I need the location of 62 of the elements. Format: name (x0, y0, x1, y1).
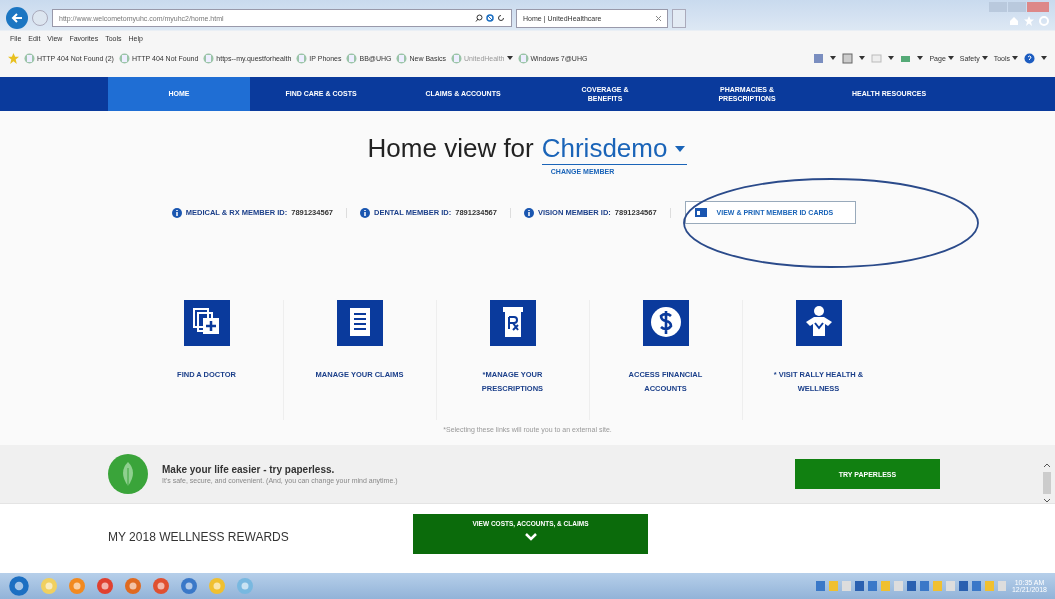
app-icon[interactable] (124, 577, 142, 595)
scroll-up-icon[interactable] (1043, 463, 1051, 468)
app-icon[interactable] (208, 577, 226, 595)
page-icon (517, 52, 529, 64)
stop-icon (486, 14, 494, 22)
leaf-icon (108, 454, 148, 494)
app-icon[interactable] (152, 577, 170, 595)
page-icon (24, 52, 35, 64)
mail-icon[interactable] (871, 52, 883, 64)
info-icon[interactable] (171, 207, 182, 218)
page-icon (296, 52, 308, 64)
caret-icon (981, 56, 988, 60)
refresh-icon (497, 14, 505, 22)
app-icon[interactable] (40, 577, 58, 595)
page-icon (346, 52, 358, 64)
app-icon[interactable] (68, 577, 86, 595)
page-icon[interactable] (842, 52, 854, 64)
page-icon (203, 52, 215, 64)
star-icon[interactable] (8, 52, 19, 64)
star-icon[interactable] (1024, 16, 1034, 26)
app-icon[interactable] (236, 577, 254, 595)
person-icon[interactable] (795, 300, 842, 346)
info-icon[interactable] (360, 207, 370, 218)
close-icon (656, 15, 661, 21)
back-button[interactable] (6, 7, 28, 29)
dollar-icon[interactable] (642, 300, 689, 346)
claims-icon[interactable] (336, 300, 383, 346)
id-card-icon (694, 208, 707, 217)
scrollbar-thumb[interactable] (1043, 472, 1051, 494)
caret-icon (888, 56, 895, 60)
app-icon[interactable] (8, 575, 30, 597)
caret-icon (1012, 56, 1018, 60)
app-icon[interactable] (96, 577, 114, 595)
wellness-heading: MY 2018 WELLNESS REWARDS (108, 530, 290, 544)
forward-button[interactable] (32, 10, 48, 26)
info-icon[interactable] (523, 207, 534, 218)
app-icon[interactable] (180, 577, 198, 595)
tray-icons-drawing[interactable] (815, 580, 1006, 592)
caret-icon (917, 56, 924, 60)
caret-icon (675, 145, 686, 152)
search-icon (475, 14, 483, 22)
back-arrow-icon (11, 12, 23, 24)
page-icon (396, 52, 408, 64)
chevron-down-icon (524, 533, 537, 541)
doctor-icon[interactable] (183, 300, 230, 346)
settings-icon[interactable] (1039, 16, 1049, 26)
home-icon[interactable] (1009, 16, 1019, 26)
caret-icon (859, 56, 866, 60)
page-icon (118, 52, 130, 64)
scroll-down-icon[interactable] (1043, 498, 1051, 503)
feed-icon[interactable] (813, 52, 825, 64)
caret-icon (830, 56, 837, 60)
paperless-title: Make your life easier - try paperless. (162, 464, 336, 475)
caret-icon (506, 56, 513, 60)
caret-icon (947, 56, 954, 60)
caret-icon (1041, 56, 1047, 60)
rx-icon[interactable] (489, 300, 536, 346)
help-icon[interactable] (1024, 52, 1035, 64)
page-icon (451, 52, 463, 64)
page-title: Home view for (367, 133, 534, 164)
member-dropdown[interactable]: Chrisdemo (541, 133, 688, 165)
new-tab-button[interactable] (672, 8, 686, 28)
